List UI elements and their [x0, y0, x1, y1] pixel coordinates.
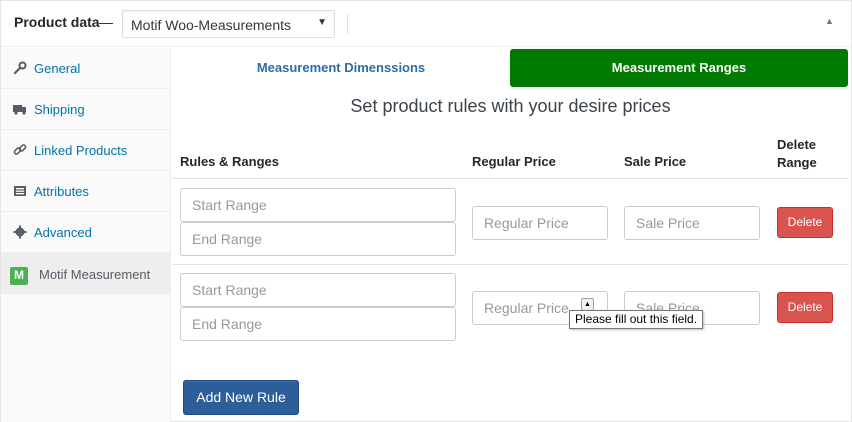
sidebar-item-advanced[interactable]: Advanced — [1, 212, 170, 253]
collapse-toggle-icon[interactable]: ▲ — [825, 16, 834, 26]
sidebar-item-label: Shipping — [34, 102, 85, 117]
product-data-panel: Product data — Motif Woo-Measurements ▼ … — [0, 0, 852, 422]
delete-range-button[interactable]: Delete — [777, 292, 833, 323]
product-data-header: Product data — Motif Woo-Measurements ▼ … — [1, 1, 851, 47]
column-header-regular-price: Regular Price — [472, 154, 556, 169]
wrench-icon — [13, 61, 27, 75]
product-data-title: Product data — [14, 14, 100, 30]
start-range-input[interactable]: Start Range — [180, 273, 456, 307]
start-range-input[interactable]: Start Range — [180, 188, 456, 222]
validation-tooltip: Please fill out this field. — [569, 310, 704, 329]
truck-icon — [13, 102, 27, 116]
column-header-sale-price: Sale Price — [624, 154, 687, 169]
sidebar-item-label: Attributes — [34, 184, 89, 199]
sidebar-item-shipping[interactable]: Shipping — [1, 89, 170, 130]
sidebar-item-attributes[interactable]: Attributes — [1, 171, 170, 212]
delete-range-button[interactable]: Delete — [777, 207, 833, 238]
tab-measurement-dimensions[interactable]: Measurement Dimenssions — [173, 49, 509, 87]
link-icon — [13, 143, 27, 157]
end-range-input[interactable]: End Range — [180, 307, 456, 341]
chevron-down-icon: ▼ — [317, 17, 327, 28]
product-data-tabs: General Shipping Linked Products Attribu… — [1, 48, 171, 422]
sidebar-item-label: Linked Products — [34, 143, 128, 158]
sale-price-input[interactable]: Sale Price — [624, 206, 760, 240]
column-header-rules: Rules & Ranges — [180, 154, 279, 169]
end-range-input[interactable]: End Range — [180, 222, 456, 256]
product-type-select[interactable]: Motif Woo-Measurements ▼ — [122, 10, 335, 38]
column-header-delete-range: Delete Range — [777, 136, 817, 172]
sidebar-item-motif-measurement[interactable]: M Motif Measurement — [1, 253, 170, 294]
header-divider-line — [173, 178, 849, 179]
delete-header-line2: Range — [777, 155, 817, 170]
motif-logo-icon: M — [10, 267, 28, 285]
title-dash: — — [99, 14, 113, 30]
delete-header-line1: Delete — [777, 137, 817, 152]
header-divider — [347, 14, 348, 34]
section-subtitle: Set product rules with your desire price… — [350, 96, 671, 116]
regular-price-input[interactable]: Regular Price — [472, 206, 608, 240]
row-divider-line — [173, 264, 849, 265]
sidebar-item-label: Motif Measurement — [39, 267, 151, 282]
list-icon — [13, 184, 27, 198]
sidebar-item-linked-products[interactable]: Linked Products — [1, 130, 170, 171]
sidebar-item-general[interactable]: General — [1, 48, 170, 89]
sidebar-item-label: Advanced — [34, 225, 92, 240]
add-new-rule-button[interactable]: Add New Rule — [183, 380, 299, 415]
tab-measurement-ranges[interactable]: Measurement Ranges — [510, 49, 848, 87]
product-type-value: Motif Woo-Measurements — [131, 17, 292, 33]
sidebar-item-label: General — [34, 61, 81, 76]
gear-icon — [13, 225, 27, 239]
